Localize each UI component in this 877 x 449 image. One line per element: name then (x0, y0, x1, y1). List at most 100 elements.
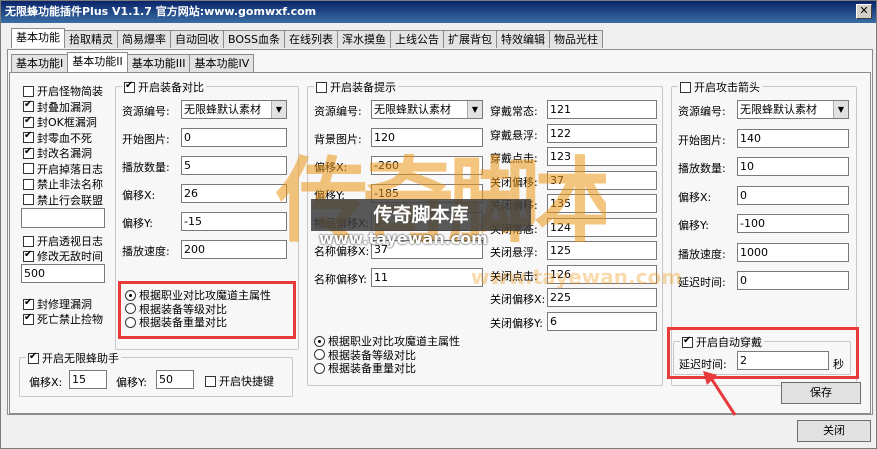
tips-checkbox[interactable] (316, 81, 327, 93)
arrow-input-1[interactable]: 140 (737, 128, 849, 148)
left-check2-1-label: 修改无敌时间 (37, 250, 103, 263)
tab-main-9[interactable]: 特效编辑 (495, 30, 550, 48)
left-check-4-checkbox[interactable] (23, 146, 34, 159)
compare-input-1[interactable]: 0 (181, 128, 287, 147)
tips-right-label-1: 穿戴悬浮: (490, 128, 538, 142)
left-check-2-checkbox[interactable] (23, 115, 34, 128)
left-check-5[interactable]: 开启掉落日志 (23, 161, 103, 177)
compare-label-2: 播放数量: (122, 161, 170, 174)
save-button[interactable]: 保存 (781, 382, 861, 404)
left-check3-1-checkbox[interactable] (23, 312, 34, 325)
watermark-banner: 传奇脚本库 (311, 199, 531, 231)
arrow-input-3[interactable]: 0 (737, 185, 849, 205)
tips-radio-radio-0[interactable] (314, 335, 325, 347)
tips-left-select-0[interactable]: 无限蜂默认素材 ▼ (371, 100, 483, 119)
tab-sub-1[interactable]: 基本功能II (67, 52, 128, 72)
left-check2-1[interactable]: 修改无敌时间 (23, 248, 103, 264)
left-check3-0[interactable]: 封修理漏洞 (23, 296, 92, 312)
helper-offset-y-input[interactable]: 50 (156, 370, 194, 389)
tab-main-10[interactable]: 物品光柱 (548, 30, 603, 48)
tips-left-input-1[interactable]: 120 (371, 128, 483, 147)
tips-right-input-1[interactable]: 122 (547, 123, 657, 143)
arrow-input-6[interactable]: 0 (737, 271, 849, 290)
compare-value-0: 无限蜂默认素材 (184, 103, 261, 116)
tab-main-3[interactable]: 自动回收 (170, 30, 224, 48)
arrow-label-4: 偏移Y: (678, 219, 709, 232)
tips-toggle[interactable]: 开启装备提示 (314, 79, 398, 95)
arrow-toggle[interactable]: 开启攻击箭头 (678, 79, 762, 95)
window-close-button[interactable]: ✕ (856, 4, 872, 19)
left-check-5-checkbox[interactable] (23, 163, 34, 174)
arrow-value-3: 0 (740, 188, 747, 202)
compare-input-5[interactable]: 200 (181, 240, 287, 259)
compare-input-2[interactable]: 5 (181, 156, 287, 175)
compare-toggle[interactable]: 开启装备对比 (122, 79, 206, 95)
arrow-input-4[interactable]: -100 (737, 214, 849, 233)
fast-key-checkbox[interactable] (205, 375, 216, 387)
left-check-1[interactable]: 封叠加漏洞 (23, 99, 92, 115)
arrow-input-2[interactable]: 10 (737, 157, 849, 176)
helper-offset-x-input[interactable]: 15 (69, 370, 107, 389)
left-check3-0-checkbox[interactable] (23, 297, 34, 310)
watermark-url-faint: www.tayewan.com (471, 265, 683, 289)
helper-toggle[interactable]: 开启无限蜂助手 (26, 350, 121, 366)
left-check-3[interactable]: 封零血不死 (23, 130, 92, 146)
left-check-4[interactable]: 封改名漏洞 (23, 145, 92, 161)
compare-checkbox[interactable] (124, 80, 135, 93)
tips-right-value-9: 6 (550, 314, 557, 328)
left-check3-1[interactable]: 死亡禁止捡物 (23, 311, 103, 327)
helper-checkbox[interactable] (28, 351, 39, 364)
tips-radio-radio-1[interactable] (314, 349, 325, 360)
left-check3-1-label: 死亡禁止捡物 (37, 313, 103, 326)
arrow-checkbox[interactable] (680, 81, 691, 93)
invincible-time-input[interactable]: 500 (21, 264, 105, 283)
tips-right-label-8: 关闭偏移X: (490, 293, 546, 306)
tab-sub-3[interactable]: 基本功能IV (189, 54, 255, 72)
tab-sub-2[interactable]: 基本功能III (126, 54, 191, 72)
arrow-select-0[interactable]: 无限蜂默认素材 ▼ (737, 100, 849, 119)
tips-radio-radio-2[interactable] (314, 362, 325, 374)
compare-select-0[interactable]: 无限蜂默认素材 ▼ (181, 100, 287, 119)
arrow-input-5[interactable]: 1000 (737, 242, 849, 262)
tips-right-value-0: 121 (550, 103, 571, 116)
compare-input-3[interactable]: 26 (181, 184, 287, 203)
fast-key-toggle[interactable]: 开启快捷键 (205, 373, 274, 389)
left-check-7-checkbox[interactable] (23, 194, 34, 205)
tips-right-input-8[interactable]: 225 (547, 288, 657, 307)
tab-main-4[interactable]: BOSS血条 (223, 30, 285, 48)
left-check-0[interactable]: 开启怪物简装 (23, 83, 103, 99)
highlight-box-compare (118, 281, 296, 339)
compare-input-4[interactable]: -15 (181, 212, 287, 231)
left-check3-0-label: 封修理漏洞 (37, 298, 92, 311)
tips-radio-label-2: 根据装备重量对比 (328, 362, 416, 375)
left-check-0-checkbox[interactable] (23, 85, 34, 97)
compare-chevron-down-icon[interactable]: ▼ (271, 101, 286, 118)
left-check2-0[interactable]: 开启透视日志 (23, 233, 103, 249)
arrow-chevron-down-icon[interactable]: ▼ (833, 101, 848, 118)
left-check-2[interactable]: 封OK框漏洞 (23, 114, 97, 130)
left-check-7[interactable]: 禁止行会联盟 (23, 192, 103, 208)
left-check2-1-checkbox[interactable] (23, 249, 34, 262)
tab-main-7[interactable]: 上线公告 (389, 30, 444, 48)
tips-left-input-6[interactable]: 11 (371, 268, 483, 287)
tab-main-8[interactable]: 扩展背包 (442, 30, 497, 48)
tab-main-1[interactable]: 拾取精灵 (64, 30, 118, 48)
compare-value-1: 0 (184, 131, 191, 144)
tab-main-5[interactable]: 在线列表 (283, 30, 338, 48)
extra-text-input[interactable] (21, 208, 105, 228)
left-check-6-checkbox[interactable] (23, 178, 34, 190)
tab-sub-0[interactable]: 基本功能I (11, 54, 69, 72)
left-check-3-checkbox[interactable] (23, 130, 34, 143)
left-check-6[interactable]: 禁止非法名称 (23, 176, 103, 192)
tab-main-2[interactable]: 简易爆率 (117, 30, 171, 48)
left-check2-0-checkbox[interactable] (23, 235, 34, 247)
left-check-1-checkbox[interactable] (23, 99, 34, 112)
close-button[interactable]: 关闭 (797, 420, 871, 442)
tab-main-0[interactable]: 基本功能 (11, 28, 65, 48)
tips-right-input-0[interactable]: 121 (547, 100, 657, 119)
tab-main-6[interactable]: 浑水摸鱼 (336, 30, 391, 48)
tips-right-input-9[interactable]: 6 (547, 311, 657, 331)
tips-left-chevron-down-icon[interactable]: ▼ (467, 101, 482, 118)
tips-radio-2[interactable]: 根据装备重量对比 (314, 360, 416, 376)
compare-value-4: -15 (184, 215, 202, 228)
